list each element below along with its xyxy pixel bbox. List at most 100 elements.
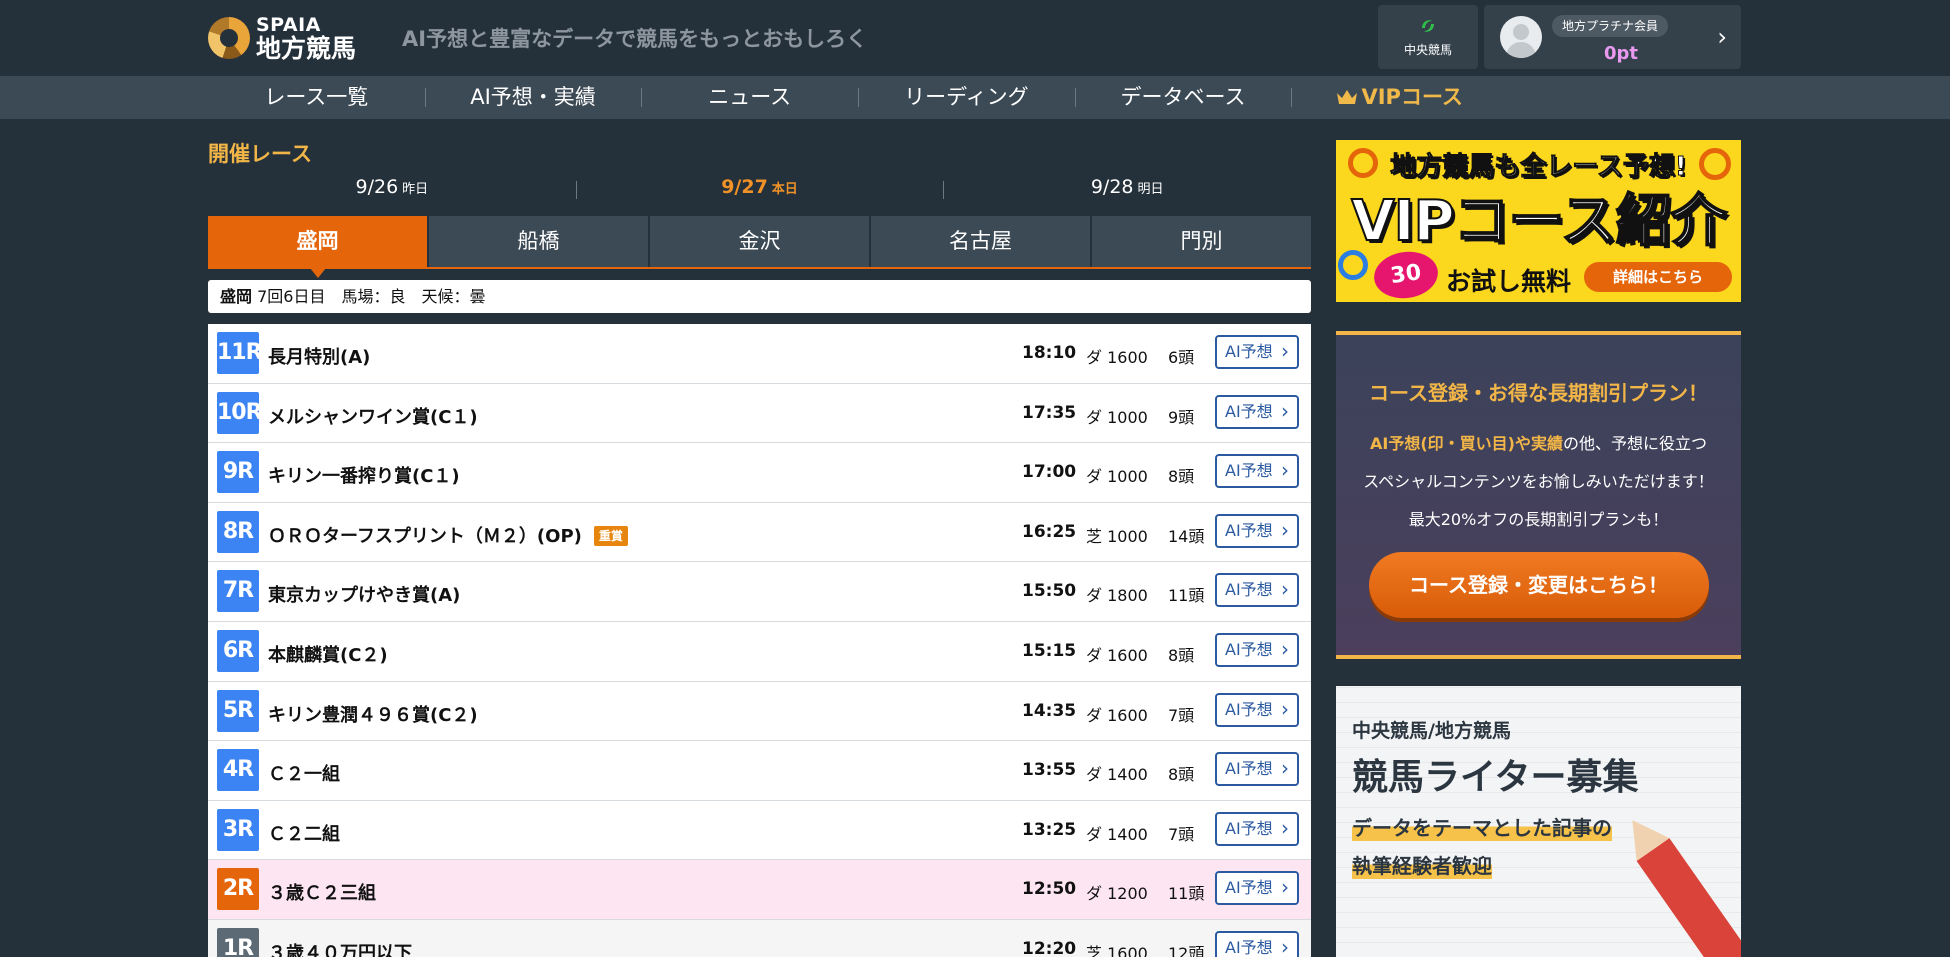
race-name[interactable]: 長月特別(A) (268, 343, 370, 369)
ai-prediction-button[interactable]: AI予想 (1215, 513, 1299, 548)
race-name[interactable]: キリン一番搾り賞(C１) (268, 462, 460, 488)
ai-prediction-button[interactable]: AI予想 (1215, 811, 1299, 846)
race-name[interactable]: ３歳４０万円以下 (268, 939, 412, 957)
race-name-text: ３歳Ｃ２三組 (268, 883, 376, 905)
race-name[interactable]: キリン豊潤４９６賞(C２) (268, 701, 478, 727)
ai-prediction-button[interactable]: AI予想 (1215, 930, 1299, 957)
race-track: ダ 1600 (1086, 705, 1148, 725)
ai-prediction-button[interactable]: AI予想 (1215, 632, 1299, 667)
nav-ai-predictions[interactable]: AI予想・実績 (424, 76, 642, 119)
race-horse-count: 6頭 (1168, 348, 1195, 367)
race-name-text: メルシャンワイン賞(C１) (268, 406, 478, 428)
race-time: 15:15 (1022, 640, 1077, 661)
tab-nagoya[interactable]: 名古屋 (871, 216, 1092, 267)
race-list: 11R長月特別(A)18:10ダ 16006頭AI予想10Rメルシャンワイン賞(… (208, 324, 1311, 957)
date-tomorrow-suffix: 明日 (1137, 182, 1164, 197)
nav-race-list[interactable]: レース一覧 (208, 76, 425, 119)
race-time: 13:25 (1022, 819, 1077, 840)
race-row[interactable]: 4R Ｃ２一組 13:55 ダ 1400 8頭 AI予想 (208, 741, 1311, 801)
meeting-info: 盛岡 7回6日目 馬場：良 天候：曇 (208, 280, 1311, 313)
race-horse-count: 11頭 (1168, 884, 1205, 904)
ai-prediction-button[interactable]: AI予想 (1215, 573, 1299, 608)
date-tomorrow[interactable]: 9/28 明日 (943, 176, 1311, 204)
race-time: 17:00 (1022, 462, 1077, 483)
site-tagline: AI予想と豊富なデータで競馬をもっとおもしろく (402, 27, 868, 51)
race-number: 9R (217, 451, 259, 494)
grade-badge: 重賞 (593, 525, 628, 546)
vip-banner-free-text: お試し無料 (1446, 267, 1572, 296)
race-row[interactable]: 11R 長月特別(A) 18:10 ダ 1600 6頭 AI予想 (208, 324, 1311, 384)
nav-database[interactable]: データベース (1074, 76, 1292, 119)
race-name[interactable]: Ｃ２一組 (268, 760, 340, 786)
race-row[interactable]: 7R 東京カップけやき賞(A) 15:50 ダ 1800 11頭 AI予想 (208, 562, 1311, 622)
vip-course-banner[interactable]: 地方競馬も全レース予想! VIPコース紹介 30 お試し無料 詳細はこちら (1336, 140, 1741, 302)
race-name[interactable]: 東京カップけやき賞(A) (268, 581, 460, 607)
nav-vip-course[interactable]: VIPコース (1291, 76, 1508, 119)
ai-prediction-button[interactable]: AI予想 (1215, 692, 1299, 727)
race-time: 16:25 (1022, 521, 1077, 542)
ai-prediction-button[interactable]: AI予想 (1215, 454, 1299, 489)
tab-morioka[interactable]: 盛岡 (208, 216, 429, 278)
race-row[interactable]: 1R ３歳４０万円以下 12:20 芝 1600 12頭 AI予想 (208, 919, 1311, 957)
tab-funabashi[interactable]: 船橋 (429, 216, 650, 267)
race-name[interactable]: ３歳Ｃ２三組 (268, 879, 376, 905)
race-row[interactable]: 10R メルシャンワイン賞(C１) 17:35 ダ 1000 9頭 AI予想 (208, 383, 1311, 444)
tab-monbetsu[interactable]: 門別 (1092, 216, 1311, 267)
race-row[interactable]: 2R ３歳Ｃ２三組 12:50 ダ 1200 11頭 AI予想 (208, 860, 1311, 920)
date-selector: 9/26 昨日 9/27 本日 9/28 明日 (208, 176, 1311, 204)
date-tomorrow-date: 9/28 (1090, 176, 1134, 198)
vip-banner-detail-button[interactable]: 詳細はこちら (1584, 262, 1732, 292)
writer-recruit-banner[interactable]: 中央競馬/地方競馬 競馬ライター募集 データをテーマとした記事の 執筆経験者歓迎 (1336, 686, 1741, 957)
race-name-text: 東京カップけやき賞(A) (268, 585, 461, 607)
chevron-right-icon: › (1717, 23, 1727, 51)
race-name[interactable]: 本麒麟賞(C２) (268, 641, 388, 667)
ai-prediction-button[interactable]: AI予想 (1215, 871, 1299, 906)
race-number: 7R (217, 570, 259, 613)
race-name-text: ＯＲＯターフスプリント（Ｍ２）(OP) (268, 525, 582, 547)
race-name-text: キリン豊潤４９６賞(C２) (268, 704, 478, 726)
race-horse-count: 7頭 (1168, 824, 1195, 844)
main-nav: レース一覧 AI予想・実績 ニュース リーディング データベース VIPコース (0, 76, 1950, 119)
race-name[interactable]: ＯＲＯターフスプリント（Ｍ２）(OP) 重賞 (268, 522, 628, 548)
nav-leading[interactable]: リーディング (858, 76, 1075, 119)
race-name[interactable]: Ｃ２二組 (268, 820, 340, 846)
nav-vip-label: VIPコース (1361, 85, 1463, 109)
race-row[interactable]: 8R ＯＲＯターフスプリント（Ｍ２）(OP) 重賞 16:25 芝 1000 14頭 AI予… (208, 502, 1311, 563)
race-horse-count: 7頭 (1168, 705, 1195, 725)
race-number: 6R (217, 629, 259, 672)
ai-prediction-button[interactable]: AI予想 (1215, 335, 1299, 369)
race-number: 4R (217, 749, 259, 792)
race-number: 11R (217, 332, 263, 374)
race-name-text: Ｃ２二組 (268, 823, 340, 845)
race-track: ダ 1600 (1086, 645, 1148, 665)
race-track: ダ 1400 (1086, 824, 1148, 844)
race-row[interactable]: 3R Ｃ２二組 13:25 ダ 1400 7頭 AI予想 (208, 800, 1311, 861)
writer-banner-line2: 執筆経験者歓迎 (1352, 850, 1492, 879)
race-name[interactable]: メルシャンワイン賞(C１) (268, 403, 478, 429)
race-name-text: ３歳４０万円以下 (268, 942, 412, 957)
race-row[interactable]: 9R キリン一番搾り賞(C１) 17:00 ダ 1000 8頭 AI予想 (208, 443, 1311, 503)
race-track: ダ 1400 (1086, 765, 1148, 785)
ai-prediction-button[interactable]: AI予想 (1215, 394, 1299, 429)
race-time: 12:20 (1022, 938, 1077, 957)
race-horse-count: 8頭 (1168, 467, 1195, 487)
nav-news[interactable]: ニュース (641, 76, 858, 119)
section-title: 開催レース (208, 142, 312, 166)
race-time: 15:50 (1022, 581, 1077, 602)
race-row[interactable]: 5R キリン豊潤４９６賞(C２) 14:35 ダ 1600 7頭 AI予想 (208, 681, 1311, 742)
writer-banner-line1: データをテーマとした記事の (1352, 812, 1612, 841)
member-menu[interactable]: 地方プラチナ会員 0pt › (1484, 5, 1741, 69)
course-banner-text3: 最大20%オフの長期割引プランも！ (1408, 510, 1669, 529)
member-points: 0pt (1604, 43, 1639, 64)
date-today-suffix: 本日 (771, 182, 798, 197)
site-logo[interactable]: SPAIA 地方競馬 (208, 12, 368, 64)
ai-prediction-button[interactable]: AI予想 (1215, 752, 1299, 787)
central-racing-button[interactable]: 中央競馬 (1378, 5, 1478, 69)
race-name-text: Ｃ２一組 (268, 764, 340, 786)
date-today[interactable]: 9/27 本日 (575, 176, 944, 204)
tab-kanazawa[interactable]: 金沢 (650, 216, 871, 267)
race-row[interactable]: 6R 本麒麟賞(C２) 15:15 ダ 1600 8頭 AI予想 (208, 621, 1311, 682)
logo-en-text: SPAIA (256, 13, 321, 36)
course-register-button[interactable]: コース登録・変更はこちら！ (1368, 552, 1709, 618)
date-yesterday[interactable]: 9/26 昨日 (208, 176, 576, 204)
